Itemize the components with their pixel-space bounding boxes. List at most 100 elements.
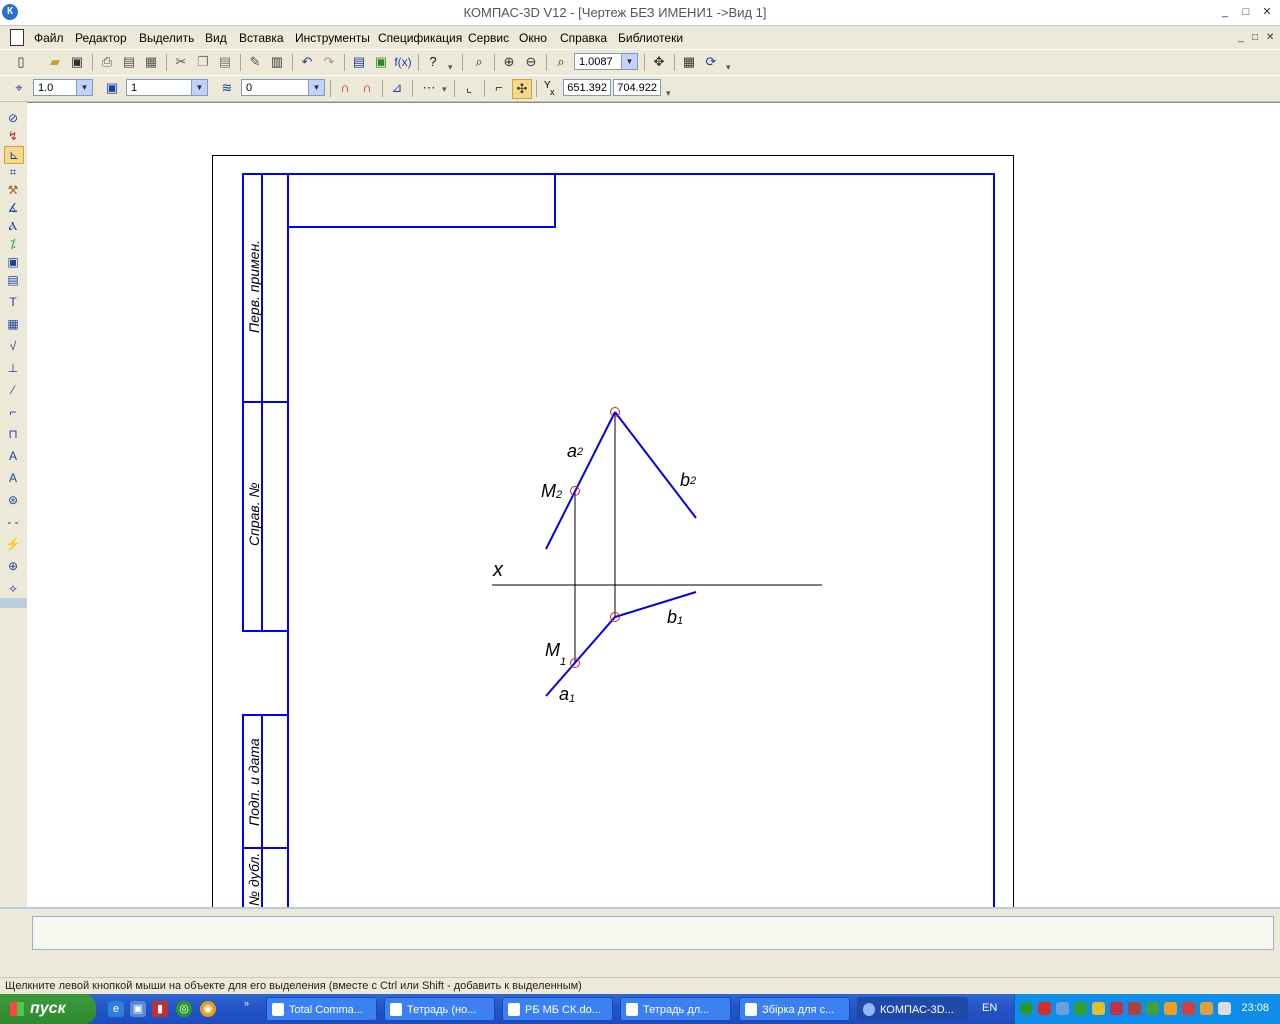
- clock[interactable]: 23:08: [1241, 1002, 1269, 1014]
- menu-window[interactable]: Окно: [519, 31, 547, 45]
- local-snap-icon[interactable]: ∩: [358, 79, 376, 97]
- volume-icon[interactable]: [1164, 1002, 1177, 1015]
- variables-icon[interactable]: f(x): [394, 53, 412, 71]
- cursor-x-field[interactable]: 651.392: [563, 79, 611, 96]
- table-icon[interactable]: ▦: [4, 316, 22, 332]
- ortho-mode-icon[interactable]: ⌐: [490, 79, 508, 97]
- parameterization-icon[interactable]: ⚒: [4, 182, 22, 198]
- line-a2[interactable]: [545, 411, 616, 550]
- tolerance-icon[interactable]: ⊛: [4, 492, 22, 508]
- step-combo[interactable]: 1.0 ▼: [33, 79, 93, 96]
- zoom-in-icon[interactable]: ⊕: [500, 53, 518, 71]
- pan-icon[interactable]: ✥: [650, 53, 668, 71]
- open-folder-icon[interactable]: ▰: [46, 53, 64, 71]
- menu-file[interactable]: Файл: [34, 31, 64, 45]
- minimize-button[interactable]: _: [1216, 4, 1234, 20]
- menu-specification[interactable]: Спецификация: [378, 31, 462, 45]
- text-icon[interactable]: T: [4, 294, 22, 310]
- quick-launch-app-icon[interactable]: ◎: [176, 1001, 192, 1017]
- measurements-icon[interactable]: ∡: [4, 200, 22, 216]
- chevron-down-icon[interactable]: ▼: [191, 80, 207, 95]
- show-desktop-icon[interactable]: ▣: [130, 1001, 146, 1017]
- style-combo[interactable]: 1 ▼: [126, 79, 208, 96]
- line-b1[interactable]: [614, 591, 697, 618]
- center-mark-icon[interactable]: ⊕: [4, 558, 22, 574]
- cursor-y-field[interactable]: 704.922: [613, 79, 661, 96]
- cut-icon[interactable]: ✂: [172, 53, 190, 71]
- print-settings-icon[interactable]: ▦: [142, 53, 160, 71]
- internet-explorer-icon[interactable]: e: [108, 1001, 124, 1017]
- break-line-icon[interactable]: ⚡: [4, 536, 22, 552]
- grid-icon[interactable]: ⋯: [420, 79, 438, 97]
- new-document-icon[interactable]: ▯: [12, 53, 30, 71]
- refresh-icon[interactable]: ⟳: [702, 53, 720, 71]
- language-indicator[interactable]: EN: [982, 1002, 997, 1014]
- toolbar-overflow-icon[interactable]: ▾: [666, 88, 671, 99]
- tray-alert-icon[interactable]: [1182, 1002, 1195, 1015]
- arrow-direction-icon[interactable]: A: [4, 470, 22, 486]
- editing-icon[interactable]: ⌗: [4, 164, 22, 180]
- format-painter-icon[interactable]: ✎: [246, 53, 264, 71]
- tray-app-icon[interactable]: [1020, 1002, 1033, 1015]
- drawing-canvas[interactable]: Перв. примен. Справ. № Подп. и дата № ду…: [27, 102, 1280, 908]
- menu-insert[interactable]: Вставка: [239, 31, 284, 45]
- task-zbirka[interactable]: Збірка для с...: [739, 997, 850, 1021]
- save-icon[interactable]: ▣: [68, 53, 86, 71]
- tray-security-icon[interactable]: [1074, 1002, 1087, 1015]
- layer-icon[interactable]: ≋: [218, 79, 236, 97]
- redo-icon[interactable]: ↷: [320, 53, 338, 71]
- leader-icon[interactable]: ⁄: [4, 382, 22, 398]
- position-icon[interactable]: ⌐: [4, 404, 22, 420]
- mdi-minimize-button[interactable]: _: [1238, 32, 1244, 43]
- layer-combo[interactable]: 0 ▼: [241, 79, 325, 96]
- document-icon[interactable]: [10, 29, 24, 46]
- quick-launch-app2-icon[interactable]: ◉: [200, 1001, 216, 1017]
- cursor-step-icon[interactable]: ⌖: [10, 79, 28, 97]
- roughness-icon[interactable]: √: [4, 338, 22, 354]
- associative-views-icon[interactable]: ⁒: [4, 236, 22, 252]
- zoom-scale-icon[interactable]: ⌕: [552, 53, 570, 71]
- print-preview-icon[interactable]: ▤: [120, 53, 138, 71]
- parametric-mode-icon[interactable]: ✣: [512, 79, 532, 99]
- zoom-out-icon[interactable]: ⊖: [522, 53, 540, 71]
- toolbar-expand-handle[interactable]: [0, 598, 27, 608]
- help-pointer-icon[interactable]: ?: [424, 53, 442, 71]
- geometry-icon[interactable]: ⊘: [4, 110, 22, 126]
- designations-icon[interactable]: ⊾: [4, 146, 24, 164]
- tray-tool-icon[interactable]: [1200, 1002, 1213, 1015]
- magnet-icon[interactable]: ∩: [336, 79, 354, 97]
- chevron-down-icon[interactable]: ▼: [76, 80, 92, 95]
- menu-libraries[interactable]: Библиотеки: [618, 31, 683, 45]
- tray-media-icon[interactable]: [1110, 1002, 1123, 1015]
- maximize-button[interactable]: □: [1237, 4, 1255, 20]
- menu-select[interactable]: Выделить: [139, 31, 194, 45]
- task-notebook-2[interactable]: Тетрадь дл...: [620, 997, 731, 1021]
- tray-shield-icon[interactable]: [1146, 1002, 1159, 1015]
- current-style-icon[interactable]: ▣: [103, 79, 121, 97]
- properties-icon[interactable]: ▥: [268, 53, 286, 71]
- selection-icon[interactable]: Ⲁ: [4, 218, 22, 234]
- menu-tools[interactable]: Инструменты: [295, 31, 370, 45]
- mdi-restore-button[interactable]: □: [1252, 32, 1258, 43]
- axis-line-icon[interactable]: - -: [4, 514, 22, 530]
- acrobat-icon[interactable]: ▮: [152, 1001, 168, 1017]
- task-notebook-1[interactable]: Тетрадь (но...: [384, 997, 495, 1021]
- view-arrow-icon[interactable]: A: [4, 448, 22, 464]
- coordinate-system-icon[interactable]: ⌞: [460, 79, 478, 97]
- tray-network-icon[interactable]: [1056, 1002, 1069, 1015]
- menu-service[interactable]: Сервис: [468, 31, 509, 45]
- tray-device-icon[interactable]: [1128, 1002, 1141, 1015]
- drawing-svg[interactable]: Перв. примен. Справ. № Подп. и дата № ду…: [27, 103, 1280, 908]
- menu-view[interactable]: Вид: [205, 31, 227, 45]
- line-b2[interactable]: [614, 411, 697, 519]
- task-kompas[interactable]: КОМПАС-3D...: [857, 997, 968, 1021]
- task-rb-mb[interactable]: РБ МБ СК.do...: [502, 997, 613, 1021]
- local-cs-icon[interactable]: ⊿: [388, 79, 406, 97]
- paste-icon[interactable]: ▤: [216, 53, 234, 71]
- close-button[interactable]: ✕: [1258, 4, 1276, 20]
- section-line-icon[interactable]: ⊓: [4, 426, 22, 442]
- reports-icon[interactable]: ▤: [4, 272, 22, 288]
- manager-icon[interactable]: ▤: [350, 53, 368, 71]
- chevron-down-icon[interactable]: ▼: [621, 54, 637, 69]
- copy-icon[interactable]: ❐: [194, 53, 212, 71]
